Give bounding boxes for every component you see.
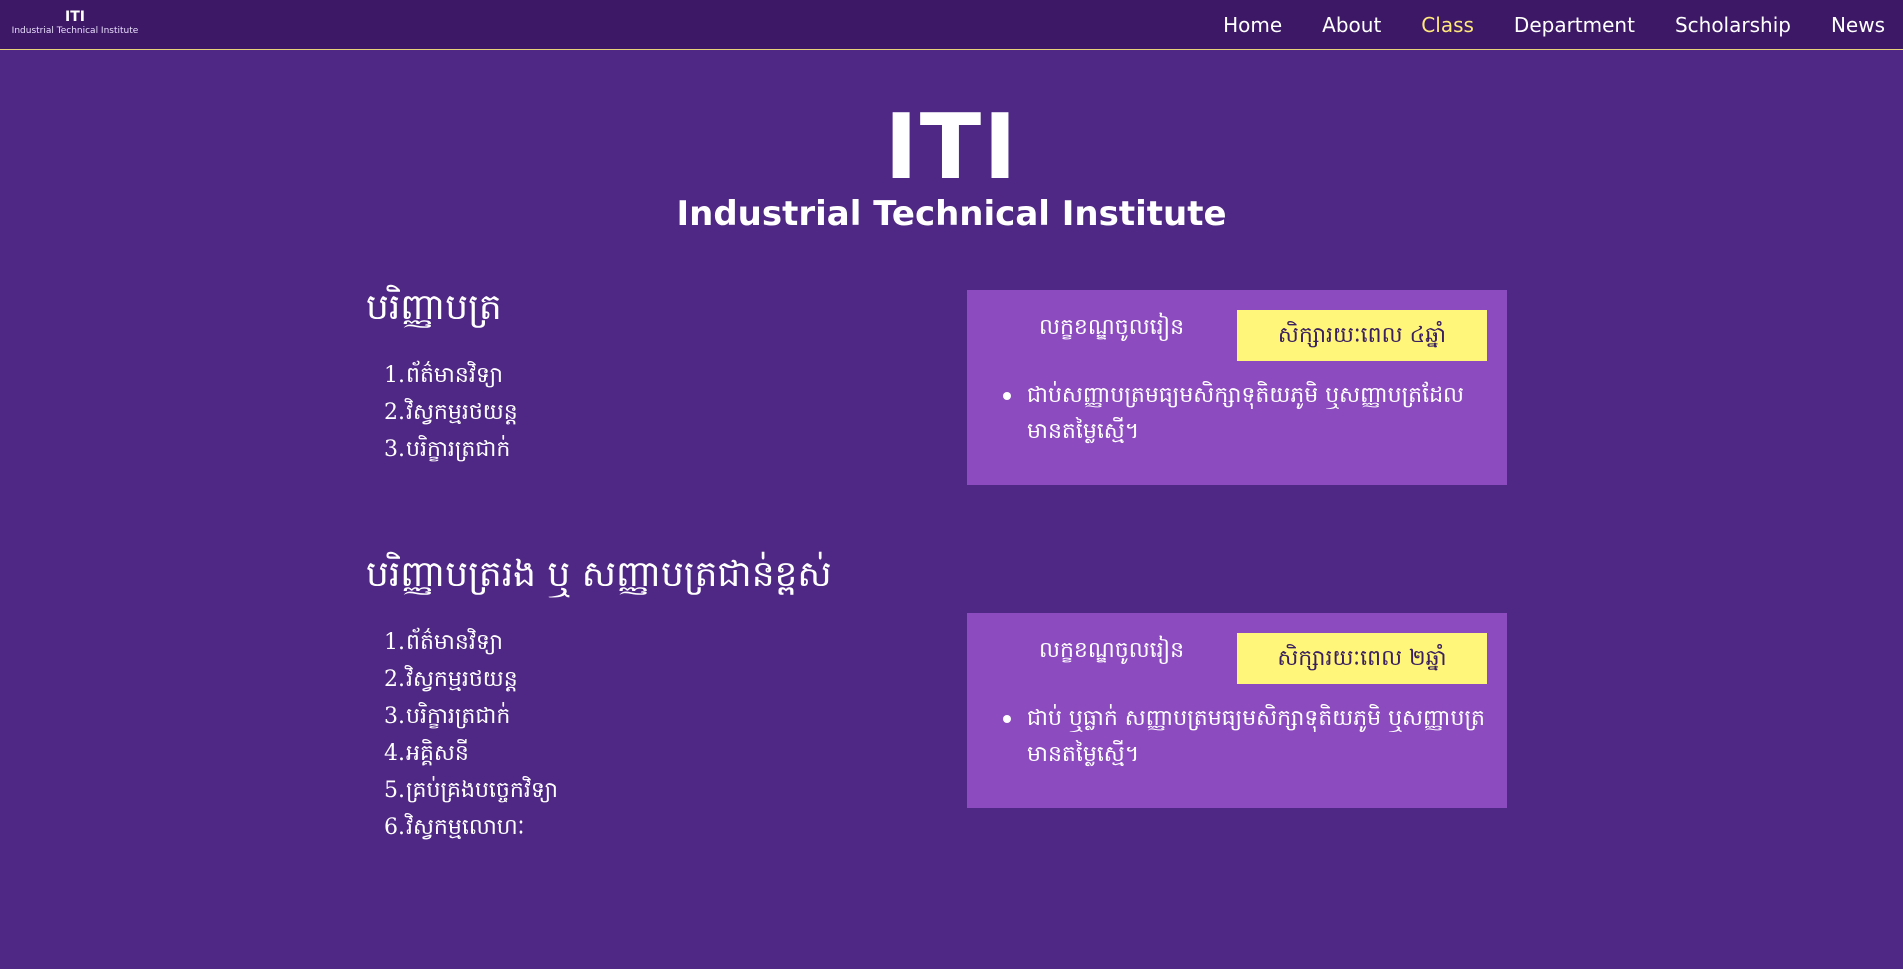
duration-badge: សិក្សារយៈពេល ៤ឆ្នាំ (1237, 310, 1487, 361)
brand-subtitle: Industrial Technical Institute (11, 26, 139, 36)
bullet-icon (1003, 392, 1011, 400)
brand-logo[interactable]: ITI Industrial Technical Institute (10, 9, 140, 37)
list-item: 4.អគ្គិសនី (384, 741, 469, 766)
requirement-text: ជាប់សញ្ញាបត្រមធ្យមសិក្សាទុតិយភូមិ ឬសញ្ញា… (1027, 383, 1465, 444)
list-item: 2.វិស្វកម្មរថយន្ត (384, 400, 518, 425)
duration-badge: សិក្សារយៈពេល ២ឆ្នាំ (1237, 633, 1487, 684)
nav-link-department[interactable]: Department (1514, 13, 1635, 37)
requirement-item: ជាប់សញ្ញាបត្រមធ្យមសិក្សាទុតិយភូមិ ឬសញ្ញា… (1003, 378, 1491, 450)
program-name: វិស្វកម្មរថយន្ត (406, 400, 518, 425)
program-list-associate: 1.ព័ត៌មានវិទ្យា 2.វិស្វកម្មរថយន្ត 3.បរិក… (366, 624, 558, 846)
nav-link-news[interactable]: News (1831, 13, 1885, 37)
program-list-bachelor: 1.ព័ត៌មានវិទ្យា 2.វិស្វកម្មរថយន្ត 3.បរិក… (366, 357, 518, 468)
section-heading-associate: បរិញ្ញាបត្ររង ឬ សញ្ញាបត្រជាន់ខ្ពស់ (366, 554, 832, 595)
list-item: 3.បរិក្ខារត្រជាក់ (384, 704, 511, 729)
hero-title: ITI (884, 95, 1019, 200)
list-item: 1.ព័ត៌មានវិទ្យា (384, 363, 504, 388)
program-name: វិស្វកម្មលោហៈ (406, 815, 525, 840)
admission-label: លក្ខខណ្ឌចូលរៀន (1039, 315, 1185, 340)
nav-link-class[interactable]: Class (1421, 13, 1474, 37)
nav-link-about[interactable]: About (1322, 13, 1381, 37)
hero-subtitle: Industrial Technical Institute (676, 194, 1227, 234)
top-navbar: ITI Industrial Technical Institute Home … (0, 0, 1903, 50)
nav-link-scholarship[interactable]: Scholarship (1675, 13, 1791, 37)
program-name: អគ្គិសនី (406, 741, 469, 766)
program-name: គ្រប់គ្រងបច្ចេកវិទ្យា (406, 778, 559, 803)
requirement-text: ជាប់ ឬធ្លាក់ សញ្ញាបត្រមធ្យមសិក្សាទុតិយភូ… (1027, 706, 1485, 767)
list-item: 1.ព័ត៌មានវិទ្យា (384, 630, 504, 655)
program-name: វិស្វកម្មរថយន្ត (406, 667, 518, 692)
brand-title: ITI (65, 9, 85, 25)
requirement-item: ជាប់ ឬធ្លាក់ សញ្ញាបត្រមធ្យមសិក្សាទុតិយភូ… (1003, 701, 1491, 773)
section-heading-bachelor: បរិញ្ញាបត្រ (366, 287, 502, 328)
program-name: បរិក្ខារត្រជាក់ (406, 437, 511, 462)
requirement-list: ជាប់សញ្ញាបត្រមធ្យមសិក្សាទុតិយភូមិ ឬសញ្ញា… (1003, 378, 1491, 450)
program-name: ព័ត៌មានវិទ្យា (406, 363, 504, 388)
hero: ITI Industrial Technical Institute (0, 95, 1903, 235)
program-name: ព័ត៌មានវិទ្យា (406, 630, 504, 655)
admission-card-bachelor: លក្ខខណ្ឌចូលរៀន សិក្សារយៈពេល ៤ឆ្នាំ ជាប់ស… (967, 290, 1507, 485)
list-item: 3.បរិក្ខារត្រជាក់ (384, 437, 511, 462)
admission-card-associate: លក្ខខណ្ឌចូលរៀន សិក្សារយៈពេល ២ឆ្នាំ ជាប់ … (967, 613, 1507, 808)
program-name: បរិក្ខារត្រជាក់ (406, 704, 511, 729)
bullet-icon (1003, 715, 1011, 723)
nav-link-home[interactable]: Home (1223, 13, 1282, 37)
list-item: 2.វិស្វកម្មរថយន្ត (384, 667, 518, 692)
nav-menu: Home About Class Department Scholarship … (1183, 0, 1885, 50)
list-item: 5.គ្រប់គ្រងបច្ចេកវិទ្យា (384, 778, 559, 803)
list-item: 6.វិស្វកម្មលោហៈ (384, 815, 525, 840)
admission-label: លក្ខខណ្ឌចូលរៀន (1039, 638, 1185, 663)
requirement-list: ជាប់ ឬធ្លាក់ សញ្ញាបត្រមធ្យមសិក្សាទុតិយភូ… (1003, 701, 1491, 773)
